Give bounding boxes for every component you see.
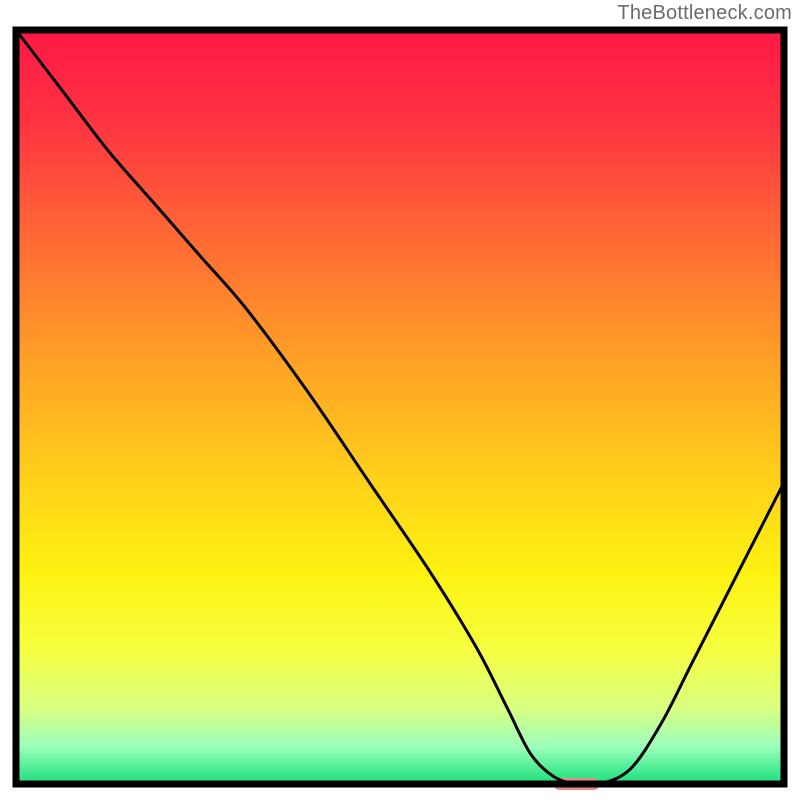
bottleneck-chart bbox=[0, 0, 800, 800]
attribution-text: TheBottleneck.com bbox=[617, 2, 792, 25]
plot-background bbox=[16, 30, 784, 784]
